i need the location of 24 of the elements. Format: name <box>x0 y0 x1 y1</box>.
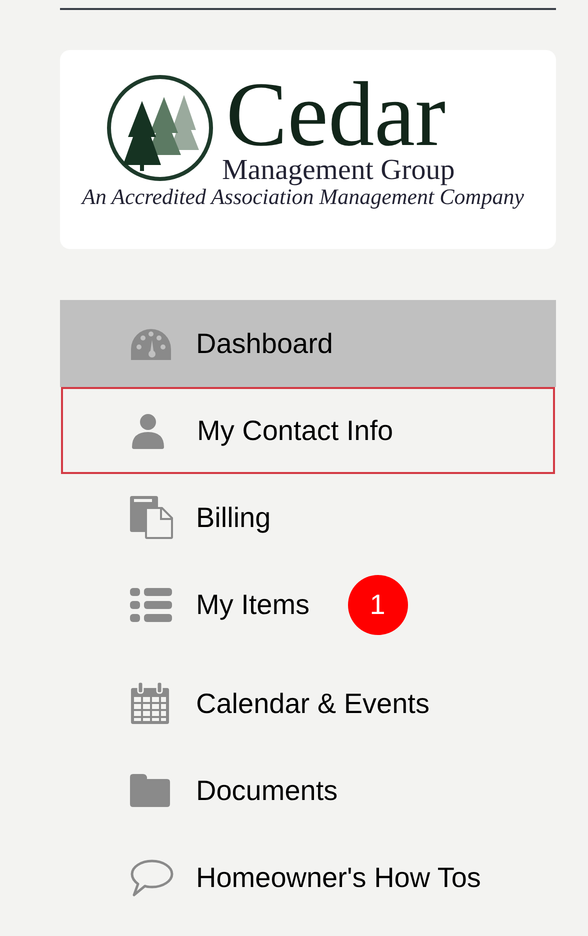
menu-label: Dashboard <box>196 326 333 360</box>
menu-label: My Contact Info <box>197 414 394 448</box>
folder-icon <box>130 774 170 807</box>
list-icon <box>130 588 172 622</box>
menu-item[interactable]: Dashboard <box>60 300 556 387</box>
menu-item[interactable]: Billing <box>60 474 556 561</box>
menu-item[interactable]: My Items 1 <box>60 561 556 648</box>
person-icon <box>131 412 165 448</box>
logo-tagline: An Accredited Association Management Company <box>82 186 524 208</box>
menu-label: Calendar & Events <box>196 686 430 720</box>
menu-label: Documents <box>196 774 338 808</box>
menu-item[interactable]: My Contact Info <box>61 387 555 474</box>
menu-item[interactable]: Homeowner's How Tos <box>60 834 556 921</box>
logo-icon <box>104 75 216 181</box>
menu-item[interactable]: Calendar & Events <box>60 660 556 747</box>
calendar-icon <box>130 682 170 725</box>
menu-label: Billing <box>196 500 271 535</box>
menu-label: Homeowner's How Tos <box>196 860 481 894</box>
count-badge: 1 <box>348 574 408 634</box>
menu-label: My Items <box>196 588 310 622</box>
documents-icon <box>130 496 173 539</box>
gauge-icon <box>130 328 172 360</box>
menu-item[interactable]: Documents <box>60 747 556 834</box>
speech-bubble-icon <box>130 858 174 896</box>
